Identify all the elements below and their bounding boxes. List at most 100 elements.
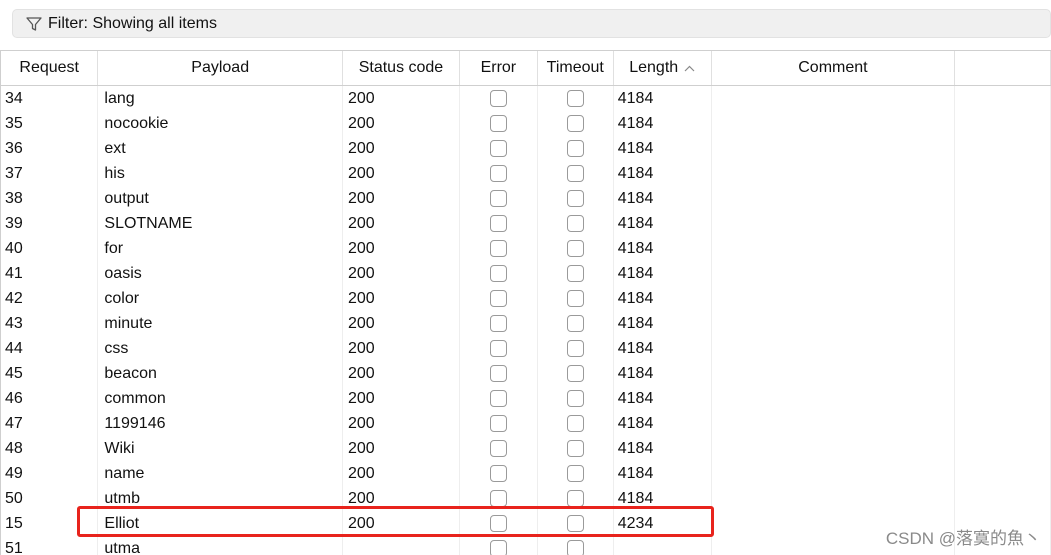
error-checkbox[interactable] <box>489 489 507 507</box>
timeout-cell <box>537 411 614 436</box>
timeout-checkbox[interactable] <box>566 439 584 457</box>
table-row[interactable]: 34 lang 200 4184 <box>1 85 1051 111</box>
error-cell <box>459 411 538 436</box>
comment-cell <box>711 411 956 436</box>
table-row[interactable]: 50 utmb 200 4184 <box>1 486 1051 511</box>
table-row[interactable]: 45 beacon 200 4184 <box>1 361 1051 386</box>
column-header-comment[interactable]: Comment <box>711 51 956 86</box>
timeout-checkbox[interactable] <box>566 89 584 107</box>
timeout-checkbox[interactable] <box>566 264 584 282</box>
table-row[interactable]: 41 oasis 200 4184 <box>1 261 1051 286</box>
timeout-checkbox[interactable] <box>566 364 584 382</box>
error-checkbox[interactable] <box>489 464 507 482</box>
timeout-cell <box>537 161 614 186</box>
timeout-checkbox[interactable] <box>566 389 584 407</box>
timeout-checkbox[interactable] <box>566 464 584 482</box>
table-row[interactable]: 38 output 200 4184 <box>1 186 1051 211</box>
status-code-cell: 200 <box>342 261 460 286</box>
error-checkbox[interactable] <box>489 214 507 232</box>
table-row[interactable]: 40 for 200 4184 <box>1 236 1051 261</box>
error-checkbox[interactable] <box>489 389 507 407</box>
table-row[interactable]: 42 color 200 4184 <box>1 286 1051 311</box>
error-checkbox[interactable] <box>489 114 507 132</box>
status-code-cell: 200 <box>342 511 460 536</box>
timeout-checkbox[interactable] <box>566 339 584 357</box>
timeout-checkbox[interactable] <box>566 239 584 257</box>
timeout-checkbox[interactable] <box>566 414 584 432</box>
column-header-payload[interactable]: Payload <box>97 51 343 86</box>
timeout-checkbox[interactable] <box>566 139 584 157</box>
error-checkbox[interactable] <box>489 439 507 457</box>
table-row[interactable]: 44 css 200 4184 <box>1 336 1051 361</box>
error-checkbox[interactable] <box>489 339 507 357</box>
request-cell: 42 <box>1 286 99 311</box>
payload-cell: 1199146 <box>97 411 343 436</box>
comment-cell <box>711 336 956 361</box>
length-cell: 4184 <box>613 311 712 336</box>
table-row[interactable]: 43 minute 200 4184 <box>1 311 1051 336</box>
request-cell: 50 <box>1 486 99 511</box>
empty-cell <box>954 386 1051 411</box>
status-code-cell: 200 <box>342 386 460 411</box>
error-cell <box>459 236 538 261</box>
timeout-checkbox[interactable] <box>566 289 584 307</box>
error-checkbox[interactable] <box>489 139 507 157</box>
error-cell <box>459 161 538 186</box>
table-row[interactable]: 39 SLOTNAME 200 4184 <box>1 211 1051 236</box>
status-code-cell: 200 <box>342 336 460 361</box>
timeout-checkbox[interactable] <box>566 514 584 532</box>
payload-cell: for <box>97 236 343 261</box>
error-checkbox[interactable] <box>489 189 507 207</box>
payload-cell: Wiki <box>97 436 343 461</box>
table-row[interactable]: 35 nocookie 200 4184 <box>1 111 1051 136</box>
table-row[interactable]: 49 name 200 4184 <box>1 461 1051 486</box>
payload-cell: Elliot <box>97 511 343 536</box>
error-checkbox[interactable] <box>489 264 507 282</box>
error-checkbox[interactable] <box>489 164 507 182</box>
length-cell: 4184 <box>613 361 712 386</box>
length-cell: 4184 <box>613 136 712 161</box>
watermark: CSDN @落寞的魚丶 <box>885 529 1041 548</box>
timeout-cell <box>537 311 614 336</box>
filter-icon <box>25 15 43 33</box>
error-checkbox[interactable] <box>489 514 507 532</box>
filter-bar[interactable]: Filter: Showing all items <box>12 9 1051 38</box>
empty-cell <box>954 85 1051 111</box>
column-header-request[interactable]: Request <box>1 51 99 86</box>
error-checkbox[interactable] <box>489 289 507 307</box>
payload-cell: nocookie <box>97 111 343 136</box>
error-checkbox[interactable] <box>489 539 507 555</box>
table-row[interactable]: 37 his 200 4184 <box>1 161 1051 186</box>
error-cell <box>459 311 538 336</box>
table-row[interactable]: 48 Wiki 200 4184 <box>1 436 1051 461</box>
error-checkbox[interactable] <box>489 314 507 332</box>
column-header-status-code[interactable]: Status code <box>342 51 460 86</box>
empty-cell <box>954 486 1051 511</box>
comment-cell <box>711 236 956 261</box>
empty-cell <box>954 111 1051 136</box>
timeout-checkbox[interactable] <box>566 214 584 232</box>
timeout-checkbox[interactable] <box>566 189 584 207</box>
table-row[interactable]: 36 ext 200 4184 <box>1 136 1051 161</box>
request-cell: 45 <box>1 361 99 386</box>
column-header-error[interactable]: Error <box>459 51 538 86</box>
timeout-cell <box>537 85 614 111</box>
error-checkbox[interactable] <box>489 89 507 107</box>
request-cell: 35 <box>1 111 99 136</box>
timeout-checkbox[interactable] <box>566 114 584 132</box>
length-cell: 4184 <box>613 386 712 411</box>
table-row[interactable]: 47 1199146 200 4184 <box>1 411 1051 436</box>
timeout-cell <box>537 136 614 161</box>
timeout-checkbox[interactable] <box>566 489 584 507</box>
payload-cell: lang <box>97 85 343 111</box>
error-checkbox[interactable] <box>489 414 507 432</box>
column-header-timeout[interactable]: Timeout <box>537 51 614 86</box>
timeout-checkbox[interactable] <box>566 539 584 555</box>
table-row[interactable]: 46 common 200 4184 <box>1 386 1051 411</box>
column-header-length[interactable]: Length <box>613 51 712 86</box>
timeout-checkbox[interactable] <box>566 314 584 332</box>
error-checkbox[interactable] <box>489 364 507 382</box>
error-checkbox[interactable] <box>489 239 507 257</box>
empty-cell <box>954 286 1051 311</box>
timeout-checkbox[interactable] <box>566 164 584 182</box>
